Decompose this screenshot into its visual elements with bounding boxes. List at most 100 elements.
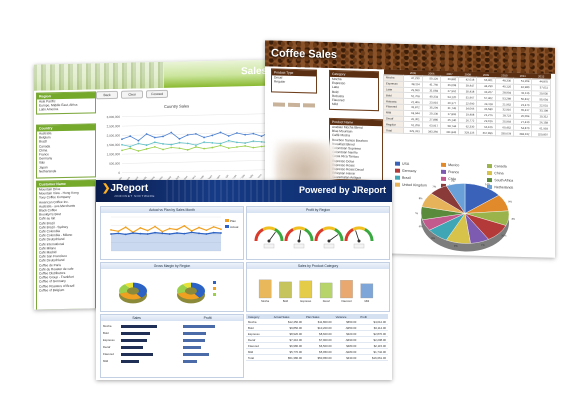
table-cell: 348,332 <box>513 130 532 137</box>
y-tick-label: 3,000,000 <box>107 115 121 119</box>
profit-bar[interactable] <box>183 325 215 328</box>
data-point <box>186 142 189 145</box>
series-line <box>110 225 222 234</box>
product-name-panel[interactable]: Product Name Arabian Mocha Blend Blue Mou… <box>329 117 383 182</box>
data-point <box>129 145 132 148</box>
y-tick-label: 2,500,000 <box>107 124 121 128</box>
data-point <box>211 146 214 149</box>
sales-bar[interactable] <box>121 360 139 363</box>
sales-bar[interactable] <box>121 325 157 328</box>
data-point <box>252 132 255 135</box>
data-point <box>110 229 112 231</box>
bar[interactable] <box>340 280 353 299</box>
y-tick-label: 1,500,000 <box>107 143 121 147</box>
legend-swatch <box>395 168 400 173</box>
bar[interactable] <box>360 283 374 299</box>
legend-swatch <box>213 281 216 284</box>
region-panel[interactable]: Region Asia Pacific Europe, Middle East,… <box>36 91 96 115</box>
data-point <box>205 233 208 235</box>
gauge-band <box>322 226 336 231</box>
data-point <box>129 147 132 150</box>
legend-label: Plan <box>230 219 236 223</box>
gross-margin-donuts <box>119 281 216 304</box>
gauge-band <box>274 228 284 242</box>
list-item[interactable]: Coffee of Belgium <box>37 287 95 293</box>
data-point <box>252 146 255 149</box>
bar[interactable] <box>299 280 313 299</box>
powered-by-title: Powered by JReport <box>298 185 386 195</box>
list-item[interactable]: Regular <box>272 80 316 85</box>
clear-button[interactable]: Clear <box>121 90 144 99</box>
category-panel[interactable]: Category Mocha Espresso Latte Bold Robusta Fl… <box>329 69 379 112</box>
profit-bar[interactable] <box>183 332 207 335</box>
data-point <box>203 147 206 150</box>
jreport-dashboard-window: ❯JReport JINFONET SOFTWARE Powered by JR… <box>96 180 392 380</box>
profit-bar[interactable] <box>183 353 210 356</box>
table-cell: 311,843 <box>440 128 459 135</box>
table-cell: Total <box>383 126 404 134</box>
forward-button[interactable]: Forward <box>146 89 169 99</box>
data-point <box>205 229 208 232</box>
data-point <box>260 135 263 138</box>
data-point <box>146 233 149 235</box>
legend-item: Canada <box>487 164 533 169</box>
jreport-logo: ❯JReport <box>102 183 149 194</box>
coffee-forward-button[interactable] <box>303 103 316 108</box>
gauge-value-box <box>263 243 275 249</box>
profit-bar[interactable] <box>183 339 205 342</box>
data-point <box>139 232 142 235</box>
data-point <box>219 144 222 147</box>
table-cell: $430.00 <box>333 354 359 361</box>
list-item[interactable]: Latin America <box>37 107 95 112</box>
gridline <box>122 150 278 155</box>
data-point <box>236 146 238 148</box>
data-point <box>252 140 255 142</box>
bar[interactable] <box>258 279 272 299</box>
sales-profit-bars: Mocha Bold Espresso Decaf Flavored Mild <box>101 321 243 377</box>
gauge-band <box>284 228 294 242</box>
coffee-clear-button[interactable] <box>288 102 301 108</box>
back-button[interactable]: Back <box>96 90 118 100</box>
gauge-value-box <box>323 243 335 249</box>
sales-bar[interactable] <box>121 332 150 335</box>
coffee-sales-title: Coffee Sales <box>271 47 338 62</box>
customer-panel[interactable]: Customer Name Mountain Drive Mountain Vie… <box>36 179 96 310</box>
legend-swatch <box>395 182 400 188</box>
data-point <box>190 231 193 234</box>
gridline <box>122 141 278 146</box>
data-point <box>170 146 173 149</box>
list-item[interactable]: Netherlands <box>37 168 95 173</box>
sales-bar[interactable] <box>121 346 144 349</box>
profit-bar[interactable] <box>183 346 201 349</box>
data-point <box>244 133 247 136</box>
data-point <box>178 147 181 150</box>
data-point <box>170 143 173 146</box>
sales-bar[interactable] <box>121 353 153 356</box>
city-skyline-image <box>34 61 164 91</box>
legend-swatch <box>225 225 229 228</box>
data-point <box>110 233 112 235</box>
series-line <box>121 131 279 142</box>
data-point <box>183 232 186 235</box>
data-point <box>194 144 197 146</box>
data-point <box>162 143 164 145</box>
coffee-back-button[interactable] <box>273 102 285 107</box>
bar[interactable] <box>279 281 292 299</box>
data-point <box>236 132 238 134</box>
x-tick-label: Decaf <box>323 299 330 303</box>
profit-bar[interactable] <box>183 360 197 363</box>
data-point <box>227 139 230 142</box>
legend-swatch <box>225 219 229 222</box>
data-point <box>183 224 186 227</box>
legend-label: Canada <box>494 164 507 169</box>
legend-label: China <box>494 171 504 176</box>
legend-label: Actual <box>230 225 239 229</box>
gauge-needle <box>298 230 302 242</box>
product-type-panel[interactable]: Product Type Decaf Regular <box>271 68 317 94</box>
table-cell: $16,061.00 <box>358 354 388 361</box>
sales-bar[interactable] <box>121 339 147 342</box>
data-point <box>198 226 200 229</box>
country-panel[interactable]: Country Australia Belgium Brazil Canada Chin… <box>36 123 96 179</box>
list-item[interactable]: Mild <box>330 102 378 107</box>
bar[interactable] <box>319 282 333 299</box>
